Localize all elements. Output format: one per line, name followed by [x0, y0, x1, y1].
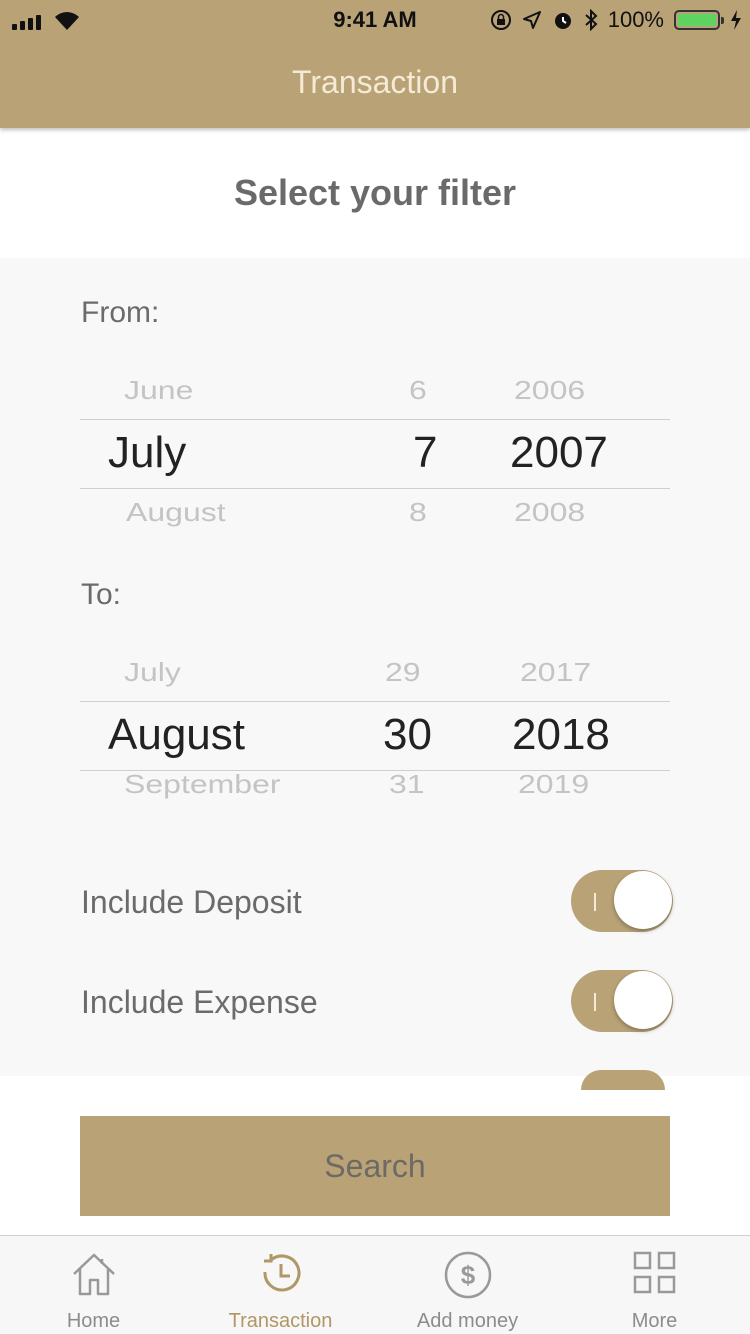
picker-month[interactable]: June	[124, 375, 193, 405]
tab-label: Home	[66, 1310, 121, 1332]
tab-label: Add money	[416, 1310, 519, 1332]
home-icon	[72, 1253, 115, 1296]
from-date-picker[interactable]: June 6 2006 July 7 2007 August 8 2008	[80, 362, 670, 532]
include-expense-row: Include Expense	[81, 970, 673, 1034]
include-deposit-label: Include Deposit	[81, 884, 302, 920]
picker-month-selected[interactable]: July	[108, 428, 186, 478]
picker-day[interactable]: 6	[409, 375, 427, 405]
lock-rotation-icon	[490, 10, 511, 30]
picker-year[interactable]: 2008	[514, 497, 585, 527]
charging-icon	[731, 10, 741, 30]
picker-day[interactable]: 31	[389, 769, 425, 799]
history-icon	[262, 1254, 300, 1292]
picker-day-selected[interactable]: 30	[383, 710, 432, 760]
picker-year-selected[interactable]: 2018	[512, 710, 610, 760]
svg-text:$: $	[460, 1260, 475, 1290]
picker-year[interactable]: 2017	[520, 657, 591, 687]
picker-month[interactable]: August	[126, 497, 226, 527]
filter-panel: From: June 6 2006 July 7 2007 August 8 2…	[0, 258, 750, 1090]
status-bar: 9:41 AM 100%	[0, 0, 750, 40]
partial-toggle[interactable]	[581, 1070, 665, 1090]
battery-icon	[674, 10, 724, 30]
status-right: 100%	[490, 7, 742, 33]
picker-day[interactable]: 29	[385, 657, 421, 687]
tab-home[interactable]: Home	[0, 1236, 187, 1334]
dollar-icon: $	[444, 1251, 491, 1299]
picker-month-selected[interactable]: August	[108, 710, 245, 760]
tab-bar: Home Transaction $ Add money More	[0, 1235, 750, 1334]
tab-label: More	[631, 1310, 678, 1332]
picker-year-selected[interactable]: 2007	[510, 428, 608, 478]
tab-label: Transaction	[228, 1310, 333, 1332]
picker-month[interactable]: July	[124, 657, 181, 687]
bluetooth-icon	[585, 9, 598, 31]
from-label: From:	[81, 296, 160, 329]
grid-icon	[633, 1251, 675, 1294]
filter-heading: Select your filter	[233, 172, 517, 213]
picker-year[interactable]: 2019	[518, 769, 589, 799]
battery-percent: 100%	[607, 7, 664, 32]
tab-more[interactable]: More	[561, 1236, 748, 1334]
tab-add-money[interactable]: $ Add money	[374, 1236, 561, 1334]
include-expense-toggle[interactable]	[571, 970, 673, 1032]
include-deposit-toggle[interactable]	[571, 870, 673, 932]
alarm-icon	[554, 13, 571, 29]
to-date-picker[interactable]: July 29 2017 August 30 2018 September 31…	[80, 644, 670, 814]
picker-year[interactable]: 2006	[514, 375, 585, 405]
picker-day-selected[interactable]: 7	[413, 428, 437, 478]
to-label: To:	[81, 578, 122, 611]
page-title: Transaction	[292, 64, 458, 100]
include-deposit-row: Include Deposit	[81, 870, 673, 934]
picker-month[interactable]: September	[124, 769, 281, 799]
picker-day[interactable]: 8	[409, 497, 427, 527]
include-expense-label: Include Expense	[81, 984, 318, 1020]
tab-transaction[interactable]: Transaction	[187, 1236, 374, 1334]
location-icon	[522, 11, 541, 29]
search-button[interactable]: Search	[80, 1116, 670, 1216]
top-bar: 9:41 AM 100% Transaction	[0, 0, 750, 128]
